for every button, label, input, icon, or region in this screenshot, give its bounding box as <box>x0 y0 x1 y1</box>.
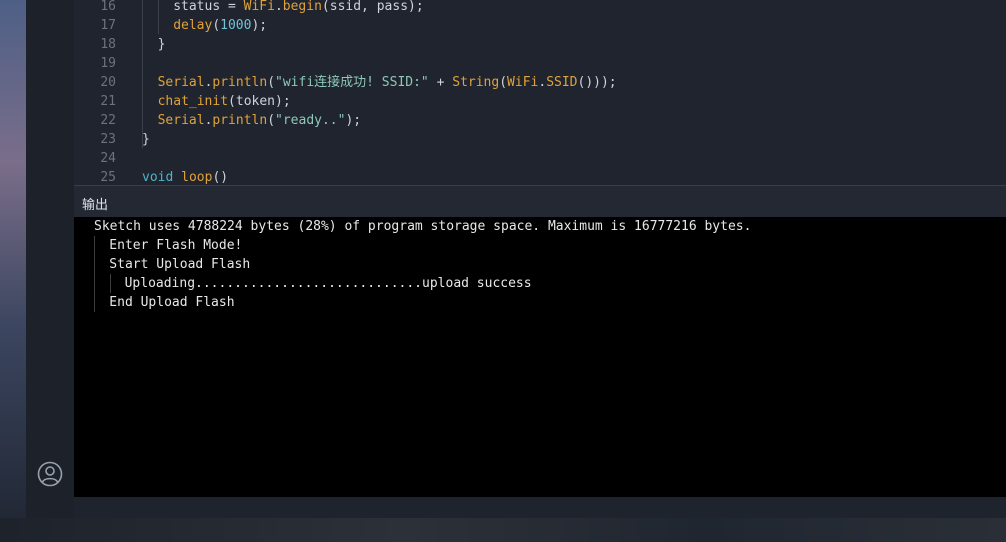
output-line: Enter Flash Mode! <box>109 238 243 253</box>
code-token: ); <box>345 113 362 128</box>
code-editor[interactable]: 16 status = WiFi.begin(ssid, pass); 17 dela… <box>74 0 1006 185</box>
line-number: 21 <box>100 94 116 109</box>
output-line: End Upload Flash <box>109 295 235 310</box>
code-line[interactable]: 17 delay(1000); <box>74 16 1006 35</box>
code-line[interactable]: 20 Serial.println("wifi连接成功! SSID:" + Str… <box>74 73 1006 92</box>
code-token: "wifi连接成功! SSID:" <box>275 75 429 90</box>
code-token: String <box>452 75 500 90</box>
code-token: loop <box>181 170 213 185</box>
code-text: chat_init(token); <box>158 92 291 111</box>
line-number: 16 <box>100 0 116 14</box>
indent-guide <box>142 0 144 148</box>
code-line[interactable]: 25 void loop() <box>74 168 1006 185</box>
code-token: (token); <box>228 94 291 109</box>
code-line[interactable]: 18} <box>74 35 1006 54</box>
line-number: 22 <box>100 113 116 128</box>
code-token: ); <box>251 18 268 33</box>
code-token: "ready.." <box>275 113 346 128</box>
code-token: + <box>428 75 453 90</box>
code-text: Serial.println("wifi连接成功! SSID:" + Strin… <box>158 73 617 92</box>
line-number: 24 <box>100 151 116 166</box>
code-text: delay(1000); <box>173 16 267 35</box>
code-token: Serial <box>157 75 205 90</box>
code-token: ())); <box>577 75 617 90</box>
code-line[interactable]: 22 Serial.println("ready.."); <box>74 111 1006 130</box>
code-token: SSID <box>546 75 578 90</box>
code-token: ( <box>267 113 276 128</box>
output-line: Start Upload Flash <box>109 257 251 272</box>
code-line[interactable]: 19 <box>74 54 1006 73</box>
code-text: void loop() <box>142 168 228 185</box>
code-token: . <box>538 75 547 90</box>
code-token: chat_init <box>157 94 229 109</box>
code-line[interactable]: 16 status = WiFi.begin(ssid, pass); <box>74 0 1006 16</box>
line-number: 20 <box>100 75 116 90</box>
code-token: ( <box>499 75 508 90</box>
code-token: println <box>212 75 268 90</box>
code-line[interactable]: 23} <box>74 130 1006 149</box>
account-icon[interactable] <box>37 461 63 487</box>
code-token: println <box>212 113 268 128</box>
output-indent-guide <box>94 236 95 312</box>
code-text: Serial.println("ready.."); <box>158 111 362 130</box>
code-token: () <box>212 170 229 185</box>
code-line[interactable]: 21 chat_init(token); <box>74 92 1006 111</box>
output-panel-title: 输出 <box>82 198 109 213</box>
indent-guide <box>157 0 159 34</box>
activity-bar <box>26 0 74 518</box>
code-token: (ssid, pass); <box>321 0 424 14</box>
code-line[interactable]: 24 <box>74 149 1006 168</box>
ide-window: 16 status = WiFi.begin(ssid, pass); 17 dela… <box>26 0 1006 518</box>
code-token: WiFi <box>243 0 275 14</box>
code-token: void <box>142 170 174 185</box>
code-token: ( <box>267 75 276 90</box>
desktop-wallpaper-bottom <box>0 518 1006 542</box>
output-line: Uploading.............................up… <box>124 276 532 291</box>
output-indent-guide <box>109 274 111 293</box>
line-number: 18 <box>100 37 116 52</box>
code-token: } <box>157 37 166 52</box>
code-token: 1000 <box>220 18 252 33</box>
code-text: } <box>158 35 166 54</box>
line-number: 25 <box>100 170 116 185</box>
code-token: WiFi <box>507 75 539 90</box>
code-text: status = WiFi.begin(ssid, pass); <box>173 0 423 16</box>
code-token: . <box>274 0 283 14</box>
line-number: 19 <box>100 56 116 71</box>
code-token: delay <box>173 18 213 33</box>
code-token: Serial <box>157 113 205 128</box>
code-token: status = <box>173 0 244 14</box>
output-panel-header: 输出 <box>74 185 1006 218</box>
code-token: begin <box>282 0 322 14</box>
output-panel[interactable]: Sketch uses 4788224 bytes (28%) of progr… <box>74 217 1006 497</box>
line-number: 23 <box>100 132 116 147</box>
line-number: 17 <box>100 18 116 33</box>
desktop-wallpaper <box>0 0 26 542</box>
output-line: Sketch uses 4788224 bytes (28%) of progr… <box>94 219 752 234</box>
code-token: ( <box>212 18 221 33</box>
